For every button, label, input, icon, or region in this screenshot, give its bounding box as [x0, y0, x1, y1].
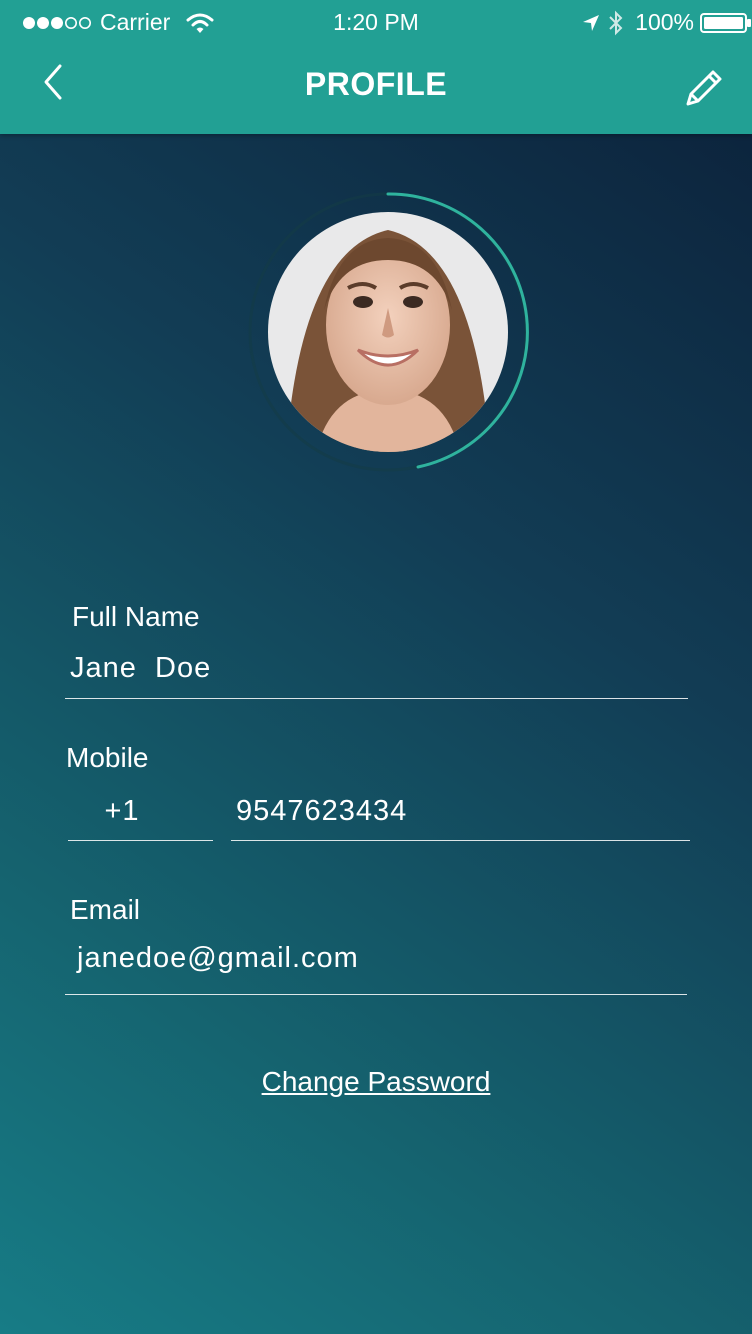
- change-password-link[interactable]: Change Password: [0, 1066, 752, 1098]
- profile-avatar[interactable]: [246, 190, 530, 474]
- country-code-field[interactable]: +1: [68, 795, 176, 828]
- battery-icon: [700, 12, 751, 33]
- mobile-number-field[interactable]: 9547623434: [236, 795, 407, 828]
- full-name-field[interactable]: Jane Doe: [70, 652, 211, 685]
- edit-button[interactable]: [682, 66, 726, 110]
- full-name-label: Full Name: [72, 601, 200, 632]
- mobile-number-underline: [231, 840, 690, 841]
- mobile-label: Mobile: [66, 742, 149, 773]
- nav-header: Carrier 1:20 PM 100% PROFILE: [0, 0, 752, 134]
- full-name-underline: [65, 698, 688, 699]
- email-field[interactable]: janedoe@gmail.com: [77, 942, 359, 975]
- email-underline: [65, 994, 687, 995]
- avatar-photo: [248, 192, 529, 472]
- status-right: 100%: [581, 9, 752, 36]
- page-title: PROFILE: [304, 66, 448, 102]
- location-arrow-icon: [583, 14, 600, 31]
- country-code-underline: [68, 840, 213, 841]
- email-label: Email: [70, 894, 141, 925]
- status-bar: Carrier 1:20 PM 100%: [0, 0, 752, 44]
- battery-percent: 100%: [635, 9, 694, 35]
- pencil-icon: [686, 70, 722, 106]
- bluetooth-icon: [609, 10, 623, 35]
